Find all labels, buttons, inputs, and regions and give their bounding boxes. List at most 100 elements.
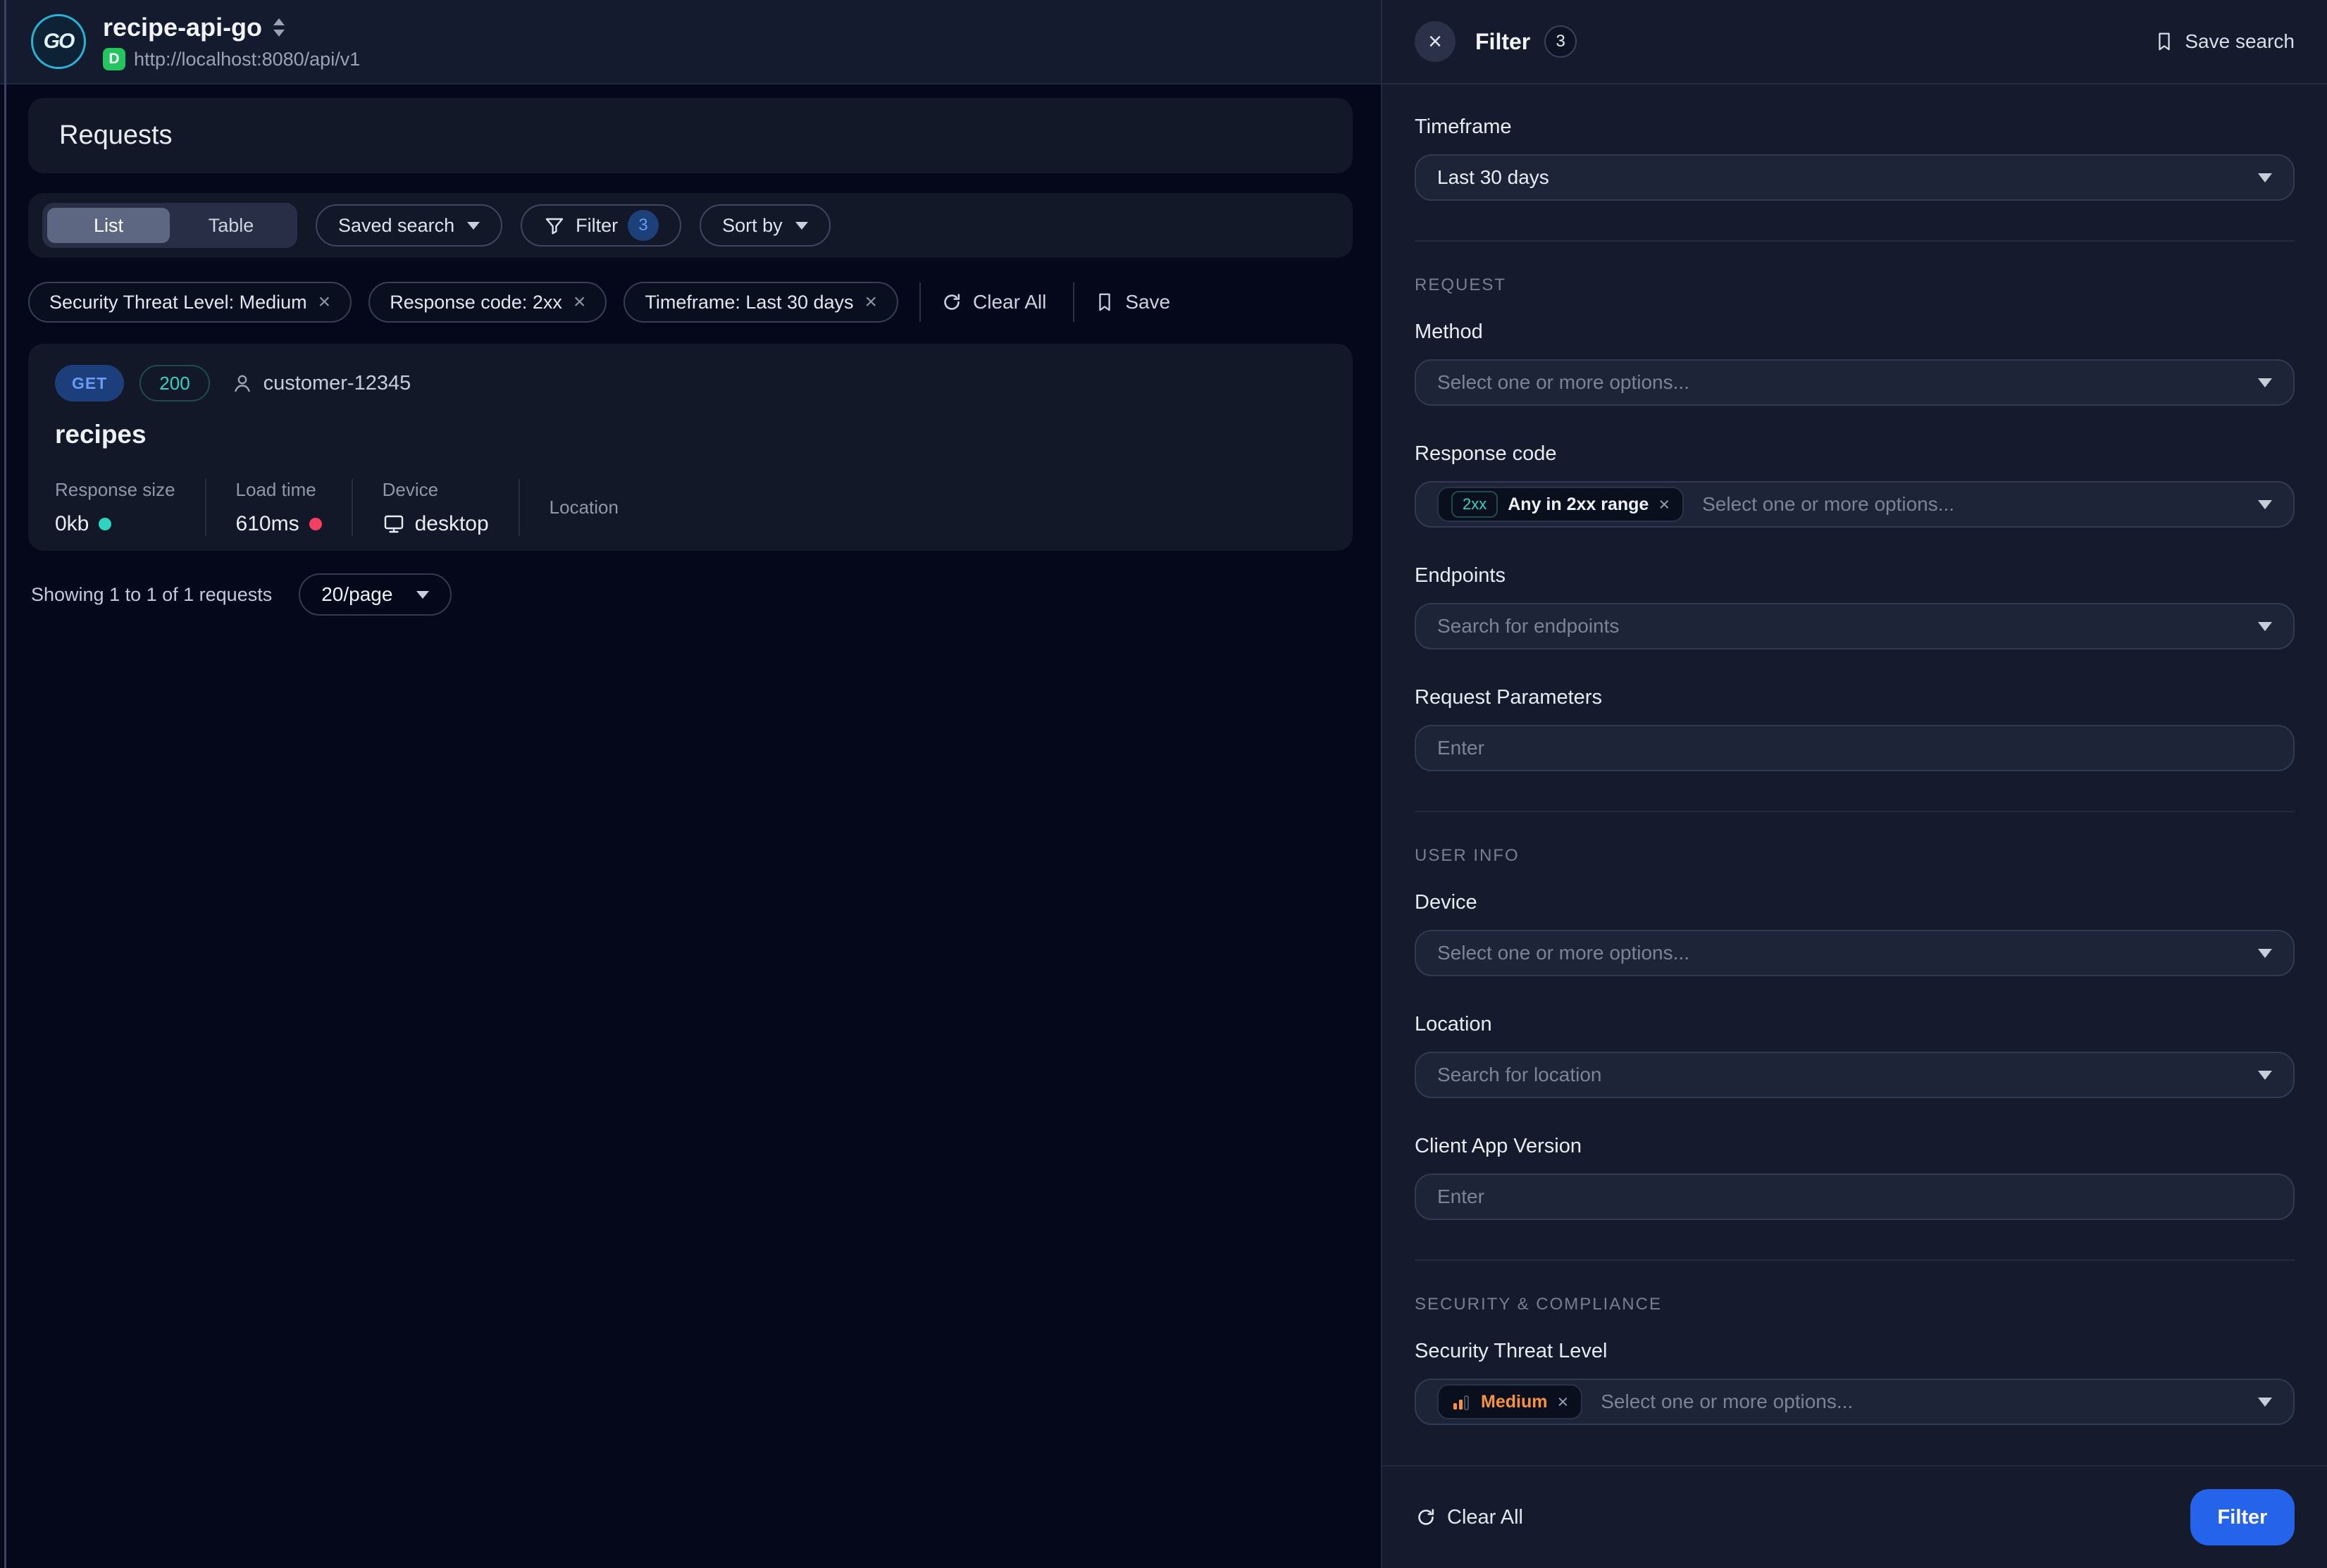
page-size-select[interactable]: 20/page [299,573,452,616]
chevron-down-icon [2258,1398,2272,1407]
method-select[interactable]: Select one or more options... [1415,359,2295,406]
remove-chip-icon[interactable]: × [573,292,586,313]
request-parameters-input[interactable] [1437,737,2272,759]
save-search-button[interactable]: Save search [2154,30,2295,53]
field-timeframe: Timeframe Last 30 days [1415,116,2295,201]
field-endpoints: Endpoints Search for endpoints [1415,564,2295,649]
view-toggle: List Table [42,203,297,248]
field-request-parameters: Request Parameters [1415,686,2295,771]
page-title: Requests [59,120,173,151]
filter-chip-response-code[interactable]: Response code: 2xx × [368,282,607,323]
request-list-item[interactable]: GET 200 customer-12345 recipes Response … [28,344,1353,551]
view-toggle-table[interactable]: Table [170,208,292,243]
go-logo: GO [31,14,86,69]
active-filters-row: Security Threat Level: Medium × Response… [28,282,1353,323]
chevron-down-icon [2258,949,2272,958]
remove-chip-icon[interactable]: × [318,292,331,313]
chevron-down-icon [2258,378,2272,387]
panel-clear-all-button[interactable]: Clear All [1415,1506,1523,1529]
request-endpoint-name: recipes [55,420,1326,449]
go-logo-text: GO [44,30,74,54]
status-range-badge: 2xx [1451,491,1498,518]
main-body: Requests List Table Saved search Filter … [0,98,1381,616]
remove-chip-icon[interactable]: × [1557,1393,1568,1412]
toolbar: List Table Saved search Filter 3 Sort by [28,193,1353,258]
response-code-chip: 2xx Any in 2xx range × [1437,487,1684,522]
pink-status-dot [309,518,322,530]
timeframe-select[interactable]: Last 30 days [1415,154,2295,201]
stat-location: Location [550,479,619,536]
funnel-icon [543,214,566,237]
app-root: GO recipe-api-go D http://localhost:8080… [0,0,2327,1568]
field-method: Method Select one or more options... [1415,321,2295,406]
app-header: GO recipe-api-go D http://localhost:8080… [0,0,1381,85]
field-device: Device Select one or more options... [1415,891,2295,976]
refresh-icon [1415,1506,1437,1529]
stat-device: Device desktop [383,479,520,536]
left-edge-divider [4,0,6,1568]
bookmark-icon [2154,31,2175,52]
filter-button[interactable]: Filter 3 [521,204,681,247]
person-icon [231,372,254,394]
endpoints-select[interactable]: Search for endpoints [1415,603,2295,649]
close-panel-button[interactable]: × [1415,21,1456,62]
field-response-code: Response code 2xx Any in 2xx range × Sel… [1415,442,2295,528]
saved-search-button[interactable]: Saved search [316,204,502,247]
divider [919,282,921,322]
app-title: recipe-api-go [103,13,262,42]
location-select[interactable]: Search for location [1415,1052,2295,1098]
status-code-badge: 200 [139,365,209,402]
apply-filter-button[interactable]: Filter [2190,1489,2295,1545]
threat-bars-icon [1451,1392,1471,1412]
env-badge: D [103,48,125,70]
main-area: GO recipe-api-go D http://localhost:8080… [0,0,1381,1568]
remove-chip-icon[interactable]: × [865,292,878,313]
filter-panel-title: Filter [1475,29,1530,55]
save-filters-button[interactable]: Save [1094,291,1170,313]
filter-chip-security-threat[interactable]: Security Threat Level: Medium × [28,282,352,323]
section-label-user-info: USER INFO [1415,846,2295,866]
refresh-icon [941,291,963,313]
field-client-app-version: Client App Version [1415,1135,2295,1220]
device-select[interactable]: Select one or more options... [1415,930,2295,976]
base-url: http://localhost:8080/api/v1 [134,49,360,70]
sort-by-button[interactable]: Sort by [700,204,831,247]
pagination-summary: Showing 1 to 1 of 1 requests [31,584,272,606]
filter-panel-footer: Clear All Filter [1382,1465,2327,1568]
filter-panel-count-badge: 3 [1544,25,1577,58]
chevron-down-icon [795,222,808,230]
request-stats: Response size 0kb Load time 610ms [55,479,1326,536]
stat-load-time: Load time 610ms [236,479,353,536]
section-divider [1415,240,2295,242]
chevron-down-icon [2258,1071,2272,1080]
remove-chip-icon[interactable]: × [1658,495,1670,514]
section-divider [1415,1259,2295,1261]
method-badge: GET [55,365,124,402]
filter-panel: × Filter 3 Save search Timeframe Last 30… [1381,0,2327,1568]
chevron-down-icon [467,222,480,230]
filter-count-badge: 3 [628,210,659,241]
section-label-security: SECURITY & COMPLIANCE [1415,1295,2295,1314]
workspace-switcher-icon[interactable] [273,18,285,37]
response-code-select[interactable]: 2xx Any in 2xx range × Select one or mor… [1415,481,2295,528]
clear-all-button[interactable]: Clear All [941,291,1046,313]
monitor-icon [383,513,405,535]
threat-level-chip: Medium × [1437,1384,1582,1419]
filter-chip-timeframe[interactable]: Timeframe: Last 30 days × [623,282,898,323]
customer-id: customer-12345 [231,372,411,395]
page-title-card: Requests [28,98,1353,173]
section-divider [1415,811,2295,812]
client-app-version-input[interactable] [1437,1186,2272,1208]
title-block: recipe-api-go D http://localhost:8080/ap… [103,13,360,70]
stat-response-size: Response size 0kb [55,479,206,536]
chevron-down-icon [416,591,429,599]
security-threat-level-select[interactable]: Medium × Select one or more options... [1415,1379,2295,1425]
field-location: Location Search for location [1415,1013,2295,1098]
view-toggle-list[interactable]: List [47,208,170,243]
close-icon: × [1428,28,1442,56]
divider [1073,282,1074,322]
chevron-down-icon [2258,500,2272,509]
teal-status-dot [99,518,111,530]
filter-panel-header: × Filter 3 Save search [1382,0,2327,85]
field-security-threat-level: Security Threat Level Medium × Select on… [1415,1340,2295,1425]
